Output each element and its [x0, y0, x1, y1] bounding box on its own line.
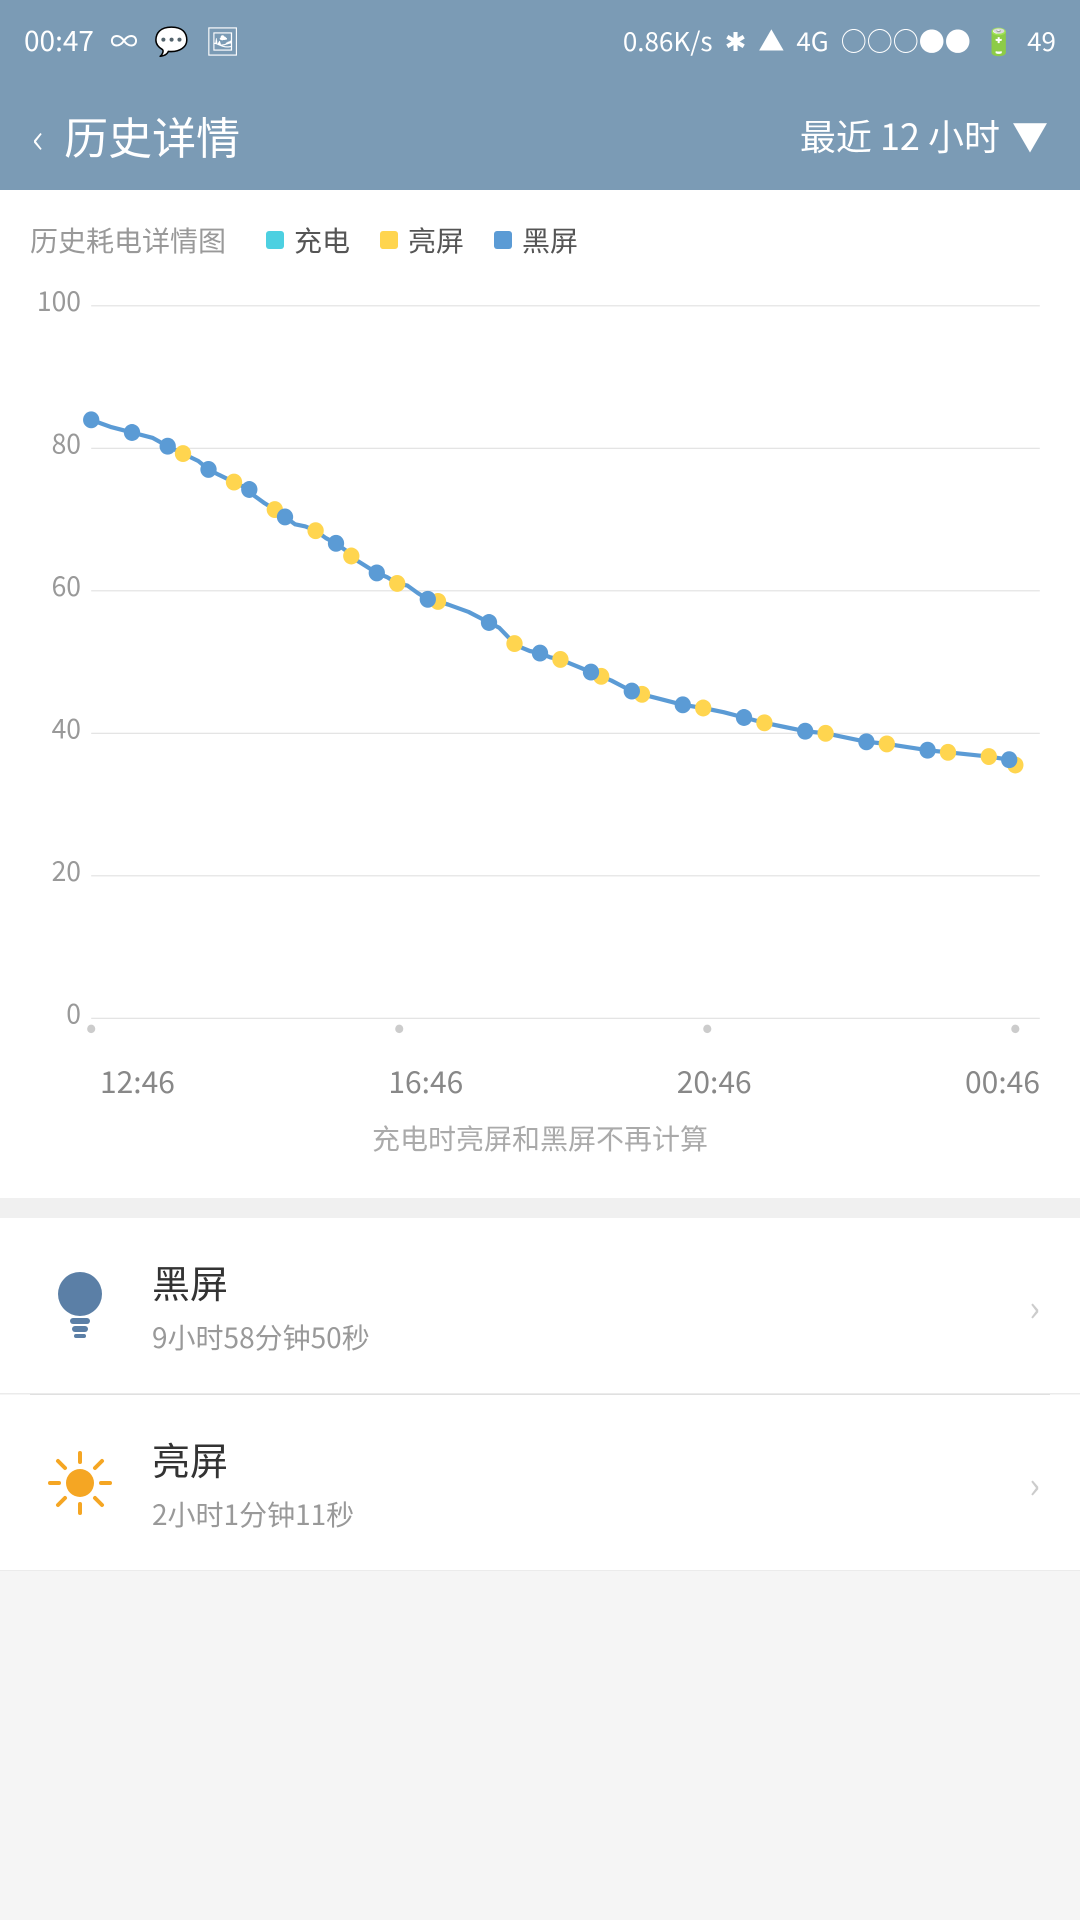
chart-legend: 历史耗电详情图 充电 亮屏 黑屏: [30, 220, 1050, 260]
legend-item-charging: 充电: [266, 220, 350, 260]
status-signal-icon: ○○○●●: [841, 22, 971, 59]
legend-title: 历史耗电详情图: [30, 220, 226, 260]
page-title: 历史详情: [64, 103, 240, 167]
black-screen-text: 黑屏 9小时58分钟50秒: [152, 1254, 997, 1357]
legend-dot-black: [494, 231, 512, 249]
main-content: 历史耗电详情图 充电 亮屏 黑屏 100 80 60 40 20: [0, 190, 1080, 1571]
svg-text:0: 0: [66, 992, 81, 1032]
status-message-icon: 💬: [154, 20, 189, 60]
status-right: 0.86K/s ✱ ▲ 4G ○○○●● 🔋 49: [623, 22, 1056, 59]
legend-item-bright: 亮屏: [380, 220, 464, 260]
chart-note: 充电时亮屏和黑屏不再计算: [30, 1118, 1050, 1158]
status-wifi-icon: ▲: [758, 22, 784, 59]
status-left: 00:47 ∞ 💬 🖼: [24, 20, 240, 60]
status-time: 00:47: [24, 20, 94, 60]
x-label-1: 16:46: [388, 1058, 463, 1102]
black-screen-arrow: ›: [1029, 1280, 1040, 1332]
filter-label: 最近 12 小时: [800, 109, 1000, 161]
section-divider: [0, 1198, 1080, 1218]
svg-text:80: 80: [52, 422, 81, 462]
header-left: ‹ 历史详情: [32, 103, 240, 167]
bright-screen-arrow: ›: [1029, 1457, 1040, 1509]
x-label-3: 00:46: [965, 1058, 1040, 1102]
x-label-2: 20:46: [677, 1058, 752, 1102]
bright-screen-duration: 2小时1分钟11秒: [152, 1494, 997, 1534]
bright-screen-text: 亮屏 2小时1分钟11秒: [152, 1431, 997, 1534]
battery-chart: 100 80 60 40 20 0: [30, 290, 1050, 1050]
legend-item-black: 黑屏: [494, 220, 578, 260]
usage-list: 黑屏 9小时58分钟50秒 ›: [0, 1218, 1080, 1571]
black-screen-duration: 9小时58分钟50秒: [152, 1317, 997, 1357]
x-axis-labels: 12:46 16:46 20:46 00:46: [30, 1058, 1050, 1102]
status-bluetooth-icon: ✱: [725, 22, 747, 59]
list-item-black-screen[interactable]: 黑屏 9小时58分钟50秒 ›: [0, 1218, 1080, 1394]
back-button[interactable]: ‹: [32, 105, 44, 166]
chart-section: 历史耗电详情图 充电 亮屏 黑屏 100 80 60 40 20: [0, 190, 1080, 1198]
black-screen-title: 黑屏: [152, 1254, 997, 1309]
status-speed: 0.86K/s: [623, 22, 713, 59]
chart-svg: 100 80 60 40 20 0: [30, 290, 1050, 1050]
dropdown-icon: ▼: [1012, 109, 1048, 161]
status-battery-icon: 🔋: [983, 22, 1015, 59]
legend-dot-charging: [266, 231, 284, 249]
svg-text:60: 60: [52, 565, 81, 605]
svg-text:20: 20: [52, 850, 81, 890]
header: ‹ 历史详情 最近 12 小时 ▼: [0, 80, 1080, 190]
status-image-icon: 🖼: [205, 20, 241, 60]
x-label-0: 12:46: [100, 1058, 175, 1102]
black-screen-icon: [40, 1266, 120, 1346]
bright-screen-title: 亮屏: [152, 1431, 997, 1486]
status-loop-icon: ∞: [110, 20, 138, 60]
bright-screen-icon: [40, 1443, 120, 1523]
legend-label-charging: 充电: [294, 220, 350, 260]
legend-dot-bright: [380, 231, 398, 249]
svg-text:100: 100: [37, 290, 81, 319]
legend-label-bright: 亮屏: [408, 220, 464, 260]
status-network-icon: 4G: [796, 22, 828, 59]
header-filter[interactable]: 最近 12 小时 ▼: [800, 109, 1048, 161]
legend-label-black: 黑屏: [522, 220, 578, 260]
status-bar: 00:47 ∞ 💬 🖼 0.86K/s ✱ ▲ 4G ○○○●● 🔋 49: [0, 0, 1080, 80]
status-battery-percent: 49: [1027, 22, 1056, 59]
svg-text:40: 40: [52, 707, 81, 747]
list-item-bright-screen[interactable]: 亮屏 2小时1分钟11秒 ›: [0, 1395, 1080, 1571]
